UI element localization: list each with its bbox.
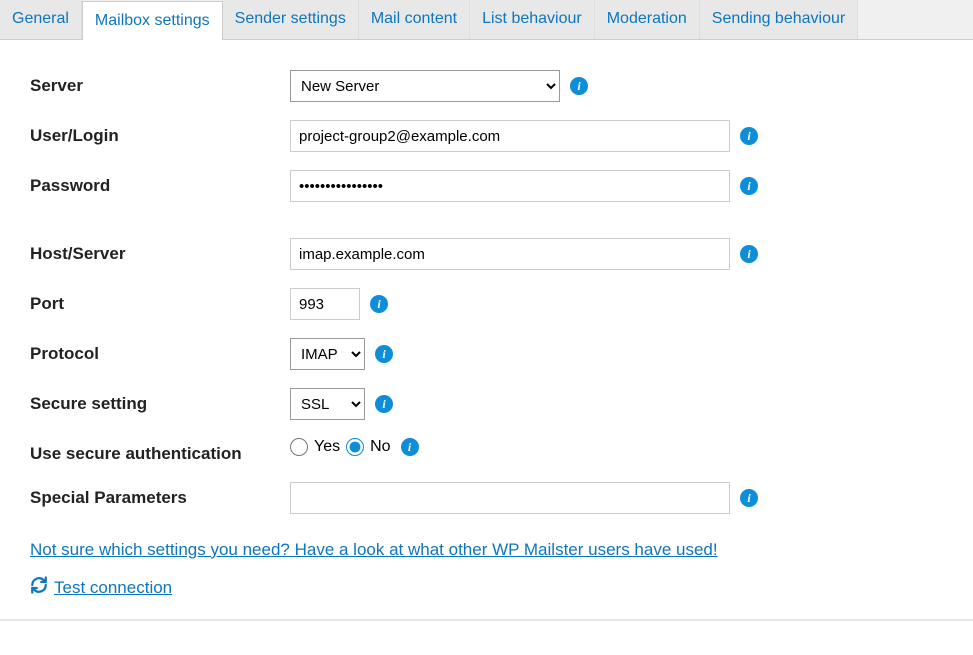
special-parameters-label: Special Parameters — [30, 482, 290, 508]
settings-help-link[interactable]: Not sure which settings you need? Have a… — [30, 540, 718, 560]
password-input[interactable] — [290, 170, 730, 202]
radio-no-label: No — [370, 438, 390, 456]
tab-sender-settings[interactable]: Sender settings — [223, 0, 359, 39]
info-icon[interactable]: i — [375, 395, 393, 413]
tab-moderation[interactable]: Moderation — [595, 0, 700, 39]
tab-list-behaviour[interactable]: List behaviour — [470, 0, 595, 39]
refresh-icon — [30, 576, 48, 599]
special-parameters-input[interactable] — [290, 482, 730, 514]
user-login-label: User/Login — [30, 120, 290, 146]
tabs-bar: General Mailbox settings Sender settings… — [0, 0, 973, 40]
test-connection-label: Test connection — [54, 578, 172, 598]
info-icon[interactable]: i — [740, 177, 758, 195]
user-login-input[interactable] — [290, 120, 730, 152]
tab-mail-content[interactable]: Mail content — [359, 0, 470, 39]
secure-auth-yes-radio[interactable] — [290, 438, 308, 456]
protocol-select[interactable]: IMAP — [290, 338, 365, 370]
info-icon[interactable]: i — [740, 245, 758, 263]
use-secure-auth-label: Use secure authentication — [30, 438, 290, 464]
protocol-label: Protocol — [30, 338, 290, 364]
host-server-label: Host/Server — [30, 238, 290, 264]
tab-general[interactable]: General — [0, 0, 82, 39]
test-connection-link[interactable]: Test connection — [30, 576, 172, 599]
port-input[interactable] — [290, 288, 360, 320]
info-icon[interactable]: i — [401, 438, 419, 456]
server-select[interactable]: New Server — [290, 70, 560, 102]
secure-setting-select[interactable]: SSL — [290, 388, 365, 420]
radio-yes-label: Yes — [314, 438, 340, 456]
host-server-input[interactable] — [290, 238, 730, 270]
secure-setting-label: Secure setting — [30, 388, 290, 414]
info-icon[interactable]: i — [570, 77, 588, 95]
info-icon[interactable]: i — [740, 127, 758, 145]
secure-auth-no-radio[interactable] — [346, 438, 364, 456]
tab-sending-behaviour[interactable]: Sending behaviour — [700, 0, 858, 39]
info-icon[interactable]: i — [375, 345, 393, 363]
mailbox-settings-panel: Server New Server i User/Login i Passwor… — [0, 40, 973, 621]
tab-mailbox-settings[interactable]: Mailbox settings — [82, 1, 223, 40]
info-icon[interactable]: i — [740, 489, 758, 507]
port-label: Port — [30, 288, 290, 314]
info-icon[interactable]: i — [370, 295, 388, 313]
server-label: Server — [30, 70, 290, 96]
password-label: Password — [30, 170, 290, 196]
